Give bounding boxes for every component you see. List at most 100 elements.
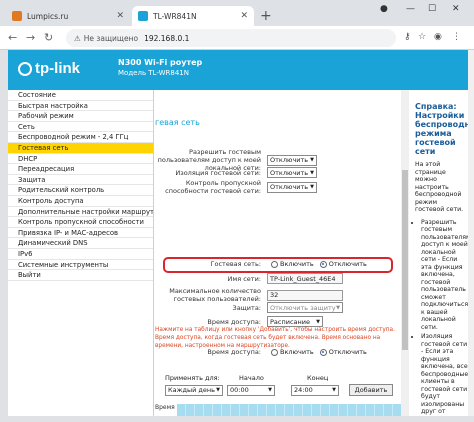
close-window-icon[interactable]: ✕ — [452, 4, 460, 14]
content-scrollbar[interactable] — [401, 90, 409, 416]
key-icon[interactable]: ⚷ — [404, 32, 411, 42]
router-sidebar: Состояние Быстрая настройка Рабочий режи… — [8, 90, 154, 416]
add-button[interactable]: Добавить — [349, 384, 393, 396]
allow-guests-select[interactable]: Отключить ▼ — [267, 154, 317, 166]
start-select[interactable]: 00:00 ▼ — [227, 384, 275, 396]
max-users-row: Максимальное количество гостевых пользов… — [155, 287, 343, 303]
security-select[interactable]: Отключить защиту ▼ — [267, 302, 343, 313]
close-tab-icon[interactable]: ✕ — [116, 11, 124, 21]
isolation-row: Изоляция гостевой сети: Отключить ▼ — [155, 167, 317, 178]
reload-icon[interactable]: ↻ — [44, 31, 53, 44]
apply-select[interactable]: Каждый день ▼ — [165, 384, 223, 396]
ssid-input[interactable]: TP-Link_Guest_46E4 — [267, 273, 343, 284]
guest-network-form: гевая сеть Разрешить гостевым пользовате… — [155, 90, 407, 416]
sidebar-item-logout[interactable]: Выйти — [8, 270, 153, 281]
chevron-down-icon: ▼ — [316, 318, 320, 325]
disable-radio[interactable]: Отключить — [319, 260, 367, 268]
help-panel: Справка: Настройки беспроводного режима … — [409, 90, 468, 416]
new-tab-button[interactable]: + — [260, 8, 272, 24]
sidebar-item-ipv6[interactable]: IPv6 — [8, 249, 153, 260]
schedule-grid[interactable] — [177, 404, 407, 416]
sidebar-item-quick-setup[interactable]: Быстрая настройка — [8, 101, 153, 112]
sidebar-item-parental-control[interactable]: Родительский контроль — [8, 185, 153, 196]
page-scrollbar[interactable] — [468, 50, 474, 416]
sidebar-item-access-control[interactable]: Контроль доступа — [8, 196, 153, 207]
schedule-controls: Каждый день ▼ 00:00 ▼ 24:00 ▼ Добавить — [165, 384, 393, 396]
sidebar-item-security[interactable]: Защита — [8, 175, 153, 186]
start-label: Начало — [239, 374, 264, 382]
close-tab-icon[interactable]: ✕ — [240, 11, 248, 21]
list-item: Разрешить гостевым пользователям доступ … — [421, 219, 468, 332]
tplink-logo-icon — [18, 62, 32, 77]
max-users-label: Максимальное количество гостевых пользов… — [169, 287, 261, 303]
access-time2-row: Время доступа: Включить Отключить — [155, 348, 367, 356]
isolation-select[interactable]: Отключить ▼ — [267, 167, 317, 178]
avatar[interactable]: ◉ — [434, 32, 442, 42]
router-header: tp-link N300 Wi-Fi роутер Модель TL-WR84… — [8, 50, 468, 90]
forward-icon[interactable]: → — [26, 31, 35, 44]
tab-lumpics[interactable]: Lumpics.ru ✕ — [6, 6, 130, 26]
minimize-icon[interactable]: — — [406, 4, 415, 14]
schedule-note: Нажмите на таблицу или кнопку 'Добавить'… — [155, 327, 395, 349]
sidebar-item-ddns[interactable]: Динамический DNS — [8, 238, 153, 249]
sidebar-item-guest-network[interactable]: Гостевая сеть — [8, 142, 153, 154]
sidebar-item-status[interactable]: Состояние — [8, 90, 153, 101]
isolation-label: Изоляция гостевой сети: — [175, 168, 261, 177]
list-item: Изоляция гостевой сети - Если эта функци… — [421, 333, 468, 416]
security-label: Защита: — [232, 303, 261, 312]
address-toolbar: ← → ↻ ⚠ Не защищено 192.168.0.1 ⚷ ☆ ◉ ⋮ — [0, 26, 474, 50]
warning-icon: ⚠ — [74, 33, 81, 43]
guest-network-row: Гостевая сеть: Включить Отключить — [155, 260, 367, 268]
maximize-icon[interactable]: ☐ — [428, 4, 436, 14]
radio-icon — [271, 348, 278, 356]
schedule-header: Применять для: Начало Конец — [165, 374, 351, 382]
section-title: гевая сеть — [155, 118, 200, 127]
address-bar[interactable]: ⚠ Не защищено 192.168.0.1 — [66, 29, 396, 47]
chevron-down-icon: ▼ — [310, 157, 314, 163]
url-text: 192.168.0.1 — [144, 33, 190, 43]
scroll-thumb[interactable] — [402, 170, 408, 350]
profile-icon[interactable]: ● — [380, 4, 388, 14]
radio-icon — [271, 260, 278, 268]
sidebar-item-advanced-routing[interactable]: Дополнительные настройки маршрутизации — [8, 207, 153, 218]
model-title: N300 Wi-Fi роутер — [118, 58, 203, 67]
sidebar-item-system-tools[interactable]: Системные инструменты — [8, 260, 153, 271]
sidebar-item-operation-mode[interactable]: Рабочий режим — [8, 111, 153, 122]
help-list: Разрешить гостевым пользователям доступ … — [415, 219, 468, 417]
chevron-down-icon: ▼ — [332, 387, 336, 393]
sidebar-item-bandwidth-control[interactable]: Контроль пропускной способности — [8, 217, 153, 228]
chevron-down-icon: ▼ — [336, 304, 340, 311]
sidebar-item-network[interactable]: Сеть — [8, 122, 153, 133]
bandwidth-label: Контроль пропускной способности гостевой… — [165, 179, 261, 195]
end-select[interactable]: 24:00 ▼ — [291, 384, 339, 396]
bookmark-star-icon[interactable]: ☆ — [418, 32, 426, 42]
grid-time-label: Время — [155, 404, 175, 411]
browser-window: Lumpics.ru ✕ TL-WR841N ✕ + ● — ☐ ✕ ← → ↻… — [0, 0, 474, 422]
lumpics-favicon — [12, 11, 22, 21]
sidebar-item-ip-mac-binding[interactable]: Привязка IP- и MAC-адресов — [8, 228, 153, 239]
sidebar-item-wireless[interactable]: Беспроводной режим - 2,4 ГГц — [8, 132, 153, 143]
menu-icon[interactable]: ⋮ — [452, 32, 461, 42]
apply-label: Применять для: — [165, 374, 220, 382]
chevron-down-icon: ▼ — [268, 387, 272, 393]
max-users-input[interactable]: 32 — [267, 289, 343, 301]
router-page: tp-link N300 Wi-Fi роутер Модель TL-WR84… — [8, 50, 468, 416]
tab-bar: Lumpics.ru ✕ TL-WR841N ✕ + ● — ☐ ✕ — [0, 0, 474, 26]
chevron-down-icon: ▼ — [310, 169, 314, 176]
enable-radio[interactable]: Включить — [271, 260, 314, 268]
sidebar-item-dhcp[interactable]: DHCP — [8, 154, 153, 165]
not-secure-label: Не защищено — [83, 33, 139, 43]
tplink-favicon — [138, 11, 148, 21]
guest-network-label: Гостевая сеть: — [210, 260, 261, 268]
tab-router[interactable]: TL-WR841N ✕ — [132, 6, 254, 26]
access-disable-radio[interactable]: Отключить — [319, 348, 367, 356]
chevron-down-icon: ▼ — [216, 387, 220, 393]
sidebar-item-forwarding[interactable]: Переадресация — [8, 164, 153, 175]
back-icon[interactable]: ← — [8, 31, 17, 44]
bandwidth-select[interactable]: Отключить ▼ — [267, 181, 317, 193]
bandwidth-row: Контроль пропускной способности гостевой… — [155, 179, 317, 195]
security-row: Защита: Отключить защиту ▼ — [155, 302, 343, 313]
access-enable-radio[interactable]: Включить — [271, 348, 314, 356]
tplink-logo: tp-link — [18, 60, 80, 77]
end-label: Конец — [307, 374, 329, 382]
